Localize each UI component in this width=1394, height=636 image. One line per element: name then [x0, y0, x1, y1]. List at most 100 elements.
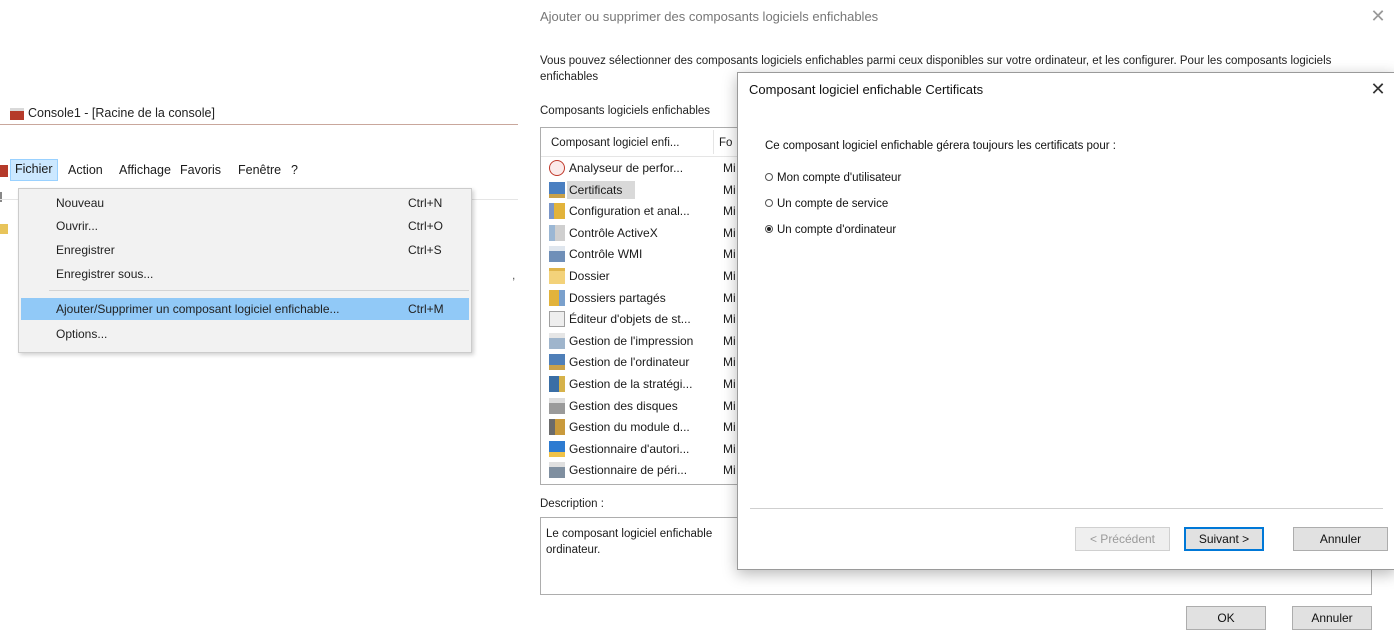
- menu-item-label: Nouveau: [56, 196, 105, 210]
- menu-item-label: Enregistrer sous...: [56, 267, 154, 281]
- menu-action[interactable]: Action: [64, 160, 107, 180]
- snapin-publisher: Mi: [723, 161, 736, 175]
- snapin-publisher: Mi: [723, 377, 736, 391]
- console-menu-icon[interactable]: [0, 165, 8, 177]
- snapin-name: Dossiers partagés: [569, 290, 666, 305]
- snapin-row[interactable]: Configuration et anal... Mi: [541, 201, 741, 221]
- snapin-publisher: Mi: [723, 420, 736, 435]
- column-divider[interactable]: [713, 130, 714, 154]
- activex-icon: [549, 224, 565, 241]
- tpm-icon: [549, 419, 565, 436]
- menu-item-label: Options...: [56, 327, 108, 341]
- snapin-publisher: Mi: [723, 463, 736, 478]
- snapin-publisher: Mi: [723, 312, 736, 327]
- certificates-snapin-dialog: Composant logiciel enfichable Certificat…: [737, 72, 1394, 570]
- radio-icon-selected[interactable]: [765, 225, 773, 233]
- menu-fichier[interactable]: Fichier: [10, 159, 58, 181]
- snapin-row[interactable]: Contrôle ActiveX Mi: [541, 223, 741, 243]
- performance-monitor-icon: [549, 160, 565, 176]
- disk-management-icon: [549, 397, 565, 414]
- snapin-row[interactable]: Gestion de l'impression Mi: [541, 331, 741, 351]
- fichier-dropdown-menu: Nouveau Ctrl+N Ouvrir... Ctrl+O Enregist…: [18, 188, 472, 353]
- description-text: Le composant logiciel enfichable ordinat…: [546, 528, 713, 556]
- mmc-app-icon: [10, 108, 24, 120]
- console-title: Console1 - [Racine de la console]: [28, 106, 215, 120]
- available-snapins-list[interactable]: Composant logiciel enfi... Fo Analyseur …: [540, 127, 742, 485]
- radio-icon[interactable]: [765, 199, 773, 207]
- next-button[interactable]: Suivant >: [1184, 527, 1264, 551]
- group-policy-icon: [549, 376, 565, 392]
- radio-label[interactable]: Un compte de service: [777, 195, 888, 213]
- menu-item-ouvrir[interactable]: Ouvrir... Ctrl+O: [19, 215, 471, 237]
- menu-fenetre[interactable]: Fenêtre: [234, 160, 285, 180]
- snapin-publisher: Mi: [723, 225, 736, 240]
- snapin-row[interactable]: Gestionnaire d'autori... Mi: [541, 439, 741, 459]
- snapin-name: Analyseur de perfor...: [569, 161, 684, 175]
- snapin-name: Gestionnaire de péri...: [569, 463, 688, 478]
- list-header: Composant logiciel enfi... Fo: [541, 128, 741, 157]
- toolbar-back-icon[interactable]: [0, 192, 8, 202]
- snapin-name: Contrôle WMI: [569, 247, 643, 262]
- radio-label[interactable]: Mon compte d'utilisateur: [777, 169, 901, 187]
- snapin-publisher: Mi: [723, 398, 736, 413]
- policy-editor-icon: [549, 311, 565, 328]
- snapin-publisher: Mi: [723, 269, 736, 283]
- titlebar-divider: [0, 124, 518, 125]
- menu-item-label: Enregistrer: [56, 243, 115, 257]
- menu-item-enregistrer[interactable]: Enregistrer Ctrl+S: [19, 239, 471, 261]
- menu-item-enregistrer-sous[interactable]: Enregistrer sous...: [19, 263, 471, 285]
- snapin-name: Contrôle ActiveX: [569, 225, 658, 240]
- snapin-row[interactable]: Gestion du module d... Mi: [541, 417, 741, 437]
- cancel-button[interactable]: Annuler: [1292, 606, 1372, 630]
- cert-cancel-button[interactable]: Annuler: [1293, 527, 1388, 551]
- computer-management-icon: [549, 354, 565, 371]
- snapin-publisher: Mi: [723, 204, 736, 219]
- folder-icon: [549, 268, 565, 284]
- cert-dialog-title: Composant logiciel enfichable Certificat…: [749, 82, 984, 97]
- radio-label[interactable]: Un compte d'ordinateur: [777, 221, 896, 239]
- snapin-name: Gestion du module d...: [569, 420, 690, 435]
- printer-icon: [549, 332, 565, 349]
- ok-button[interactable]: OK: [1186, 606, 1266, 630]
- snapin-row[interactable]: Contrôle WMI Mi: [541, 244, 741, 264]
- snapin-row[interactable]: Gestion de l'ordinateur Mi: [541, 352, 741, 372]
- snapin-name: Gestion de l'impression: [569, 333, 694, 348]
- menu-help[interactable]: ?: [287, 160, 302, 180]
- snapin-row[interactable]: Gestionnaire de péri... Mi: [541, 460, 741, 480]
- snapin-row[interactable]: Certificats Mi: [541, 180, 741, 200]
- close-icon[interactable]: ✕: [1368, 6, 1388, 27]
- console-menubar: Fichier Action Affichage Favoris Fenêtre…: [0, 158, 518, 184]
- snapin-publisher: Mi: [723, 441, 736, 456]
- menu-affichage[interactable]: Affichage: [115, 160, 175, 180]
- menu-item-shortcut: Ctrl+M: [408, 302, 444, 316]
- device-manager-icon: [549, 462, 565, 479]
- snapin-row[interactable]: Dossier Mi: [541, 266, 741, 286]
- snapin-publisher: Mi: [723, 290, 736, 305]
- snapin-row[interactable]: Gestion des disques Mi: [541, 396, 741, 416]
- snapin-row[interactable]: Analyseur de perfor... Mi: [541, 158, 741, 178]
- menu-separator: [49, 290, 469, 291]
- snapin-row[interactable]: Gestion de la stratégi... Mi: [541, 374, 741, 394]
- column-header-publisher[interactable]: Fo: [719, 137, 732, 149]
- radio-icon[interactable]: [765, 173, 773, 181]
- wmi-icon: [549, 246, 565, 263]
- description-label: Description :: [540, 498, 604, 510]
- menu-item-shortcut: Ctrl+O: [408, 219, 444, 233]
- security-configuration-icon: [549, 203, 565, 220]
- column-header-snapin[interactable]: Composant logiciel enfi...: [551, 137, 679, 149]
- menu-item-shortcut: Ctrl+N: [408, 196, 443, 210]
- menu-item-label: Ajouter/Supprimer un composant logiciel …: [56, 302, 340, 316]
- snapin-name: Certificats: [569, 182, 623, 197]
- snapin-row[interactable]: Dossiers partagés Mi: [541, 288, 741, 308]
- close-icon[interactable]: ✕: [1368, 79, 1388, 100]
- menu-item-nouveau[interactable]: Nouveau Ctrl+N: [19, 192, 471, 214]
- menu-favoris[interactable]: Favoris: [176, 160, 225, 180]
- menu-item-options[interactable]: Options...: [19, 323, 471, 345]
- menu-item-shortcut: Ctrl+S: [408, 243, 442, 257]
- snapin-name: Éditeur d'objets de st...: [569, 312, 691, 327]
- snapin-publisher: Mi: [723, 355, 736, 370]
- menu-item-add-remove-snapin[interactable]: Ajouter/Supprimer un composant logiciel …: [21, 298, 469, 320]
- previous-button[interactable]: < Précédent: [1075, 527, 1170, 551]
- snapin-row[interactable]: Éditeur d'objets de st... Mi: [541, 309, 741, 329]
- console-titlebar: Console1 - [Racine de la console]: [0, 100, 518, 130]
